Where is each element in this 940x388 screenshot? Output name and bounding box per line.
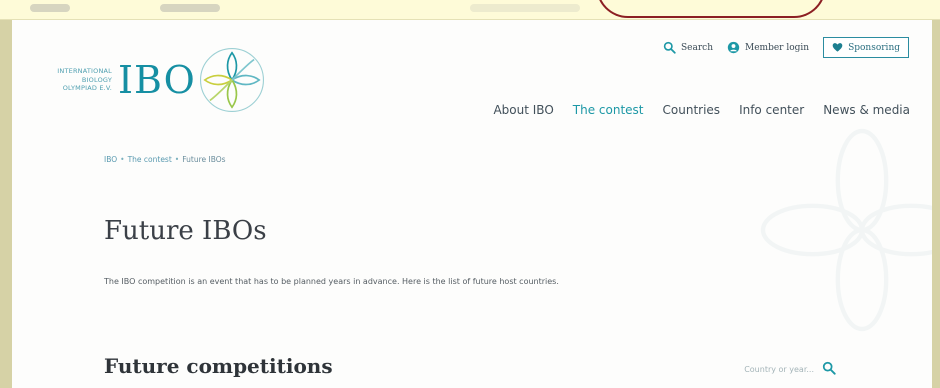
search-link[interactable]: Search	[663, 41, 713, 54]
search-link-label: Search	[681, 42, 714, 53]
breadcrumb-separator: •	[120, 155, 125, 164]
search-button[interactable]	[822, 360, 836, 379]
member-login-link[interactable]: Member login	[727, 41, 809, 54]
logo-line-2: BIOLOGY	[81, 75, 112, 84]
breadcrumb-item-the-contest[interactable]: The contest	[128, 155, 172, 164]
blurred-ui-fragment	[160, 4, 220, 12]
logo-wordmark: IBO	[118, 58, 196, 102]
logo-line-3: OLYMPIAD e.V.	[62, 84, 112, 93]
logo-flower-icon	[199, 47, 264, 113]
blurred-ui-fragment	[470, 4, 580, 12]
member-login-label: Member login	[745, 42, 810, 53]
section-title: Future competitions	[104, 354, 333, 378]
sponsoring-button[interactable]: Sponsoring	[823, 37, 909, 58]
browser-top-strip	[0, 0, 940, 20]
nav-item-the-contest[interactable]: The contest	[573, 103, 644, 117]
nav-item-about-ibo[interactable]: About IBO	[493, 103, 553, 117]
heart-icon	[832, 43, 843, 52]
web-page: INTERNATIONAL BIOLOGY OLYMPIAD e.V. IBO …	[12, 20, 932, 388]
breadcrumb-separator: •	[174, 155, 180, 164]
ibo-logo[interactable]: INTERNATIONAL BIOLOGY OLYMPIAD e.V. IBO	[48, 46, 266, 114]
main-nav: About IBO The contest Countries Info cen…	[493, 103, 910, 117]
nav-item-info-center[interactable]: Info center	[739, 103, 804, 117]
annotation-circle	[596, 0, 826, 18]
logo-line-1: INTERNATIONAL	[57, 67, 112, 76]
competition-search	[720, 360, 836, 379]
search-icon	[822, 361, 836, 375]
nav-item-countries[interactable]: Countries	[663, 103, 721, 117]
logo-subtitle: INTERNATIONAL BIOLOGY OLYMPIAD e.V.	[48, 67, 112, 93]
blurred-ui-fragment	[30, 4, 70, 12]
country-year-search-input[interactable]	[720, 365, 814, 374]
breadcrumb-current: Future IBOs	[182, 155, 226, 164]
breadcrumb-item-ibo[interactable]: IBO	[104, 155, 117, 164]
utility-nav: Search Member login Sponsoring	[663, 37, 909, 58]
sponsoring-label: Sponsoring	[848, 42, 900, 53]
decorative-flower-icon	[760, 128, 932, 332]
nav-item-news-media[interactable]: News & media	[823, 103, 910, 117]
user-icon	[727, 41, 740, 54]
search-icon	[663, 41, 676, 54]
page-title: Future IBOs	[104, 216, 267, 246]
breadcrumb: IBO • The contest • Future IBOs	[104, 155, 226, 164]
intro-text: The IBO competition is an event that has…	[104, 277, 559, 286]
